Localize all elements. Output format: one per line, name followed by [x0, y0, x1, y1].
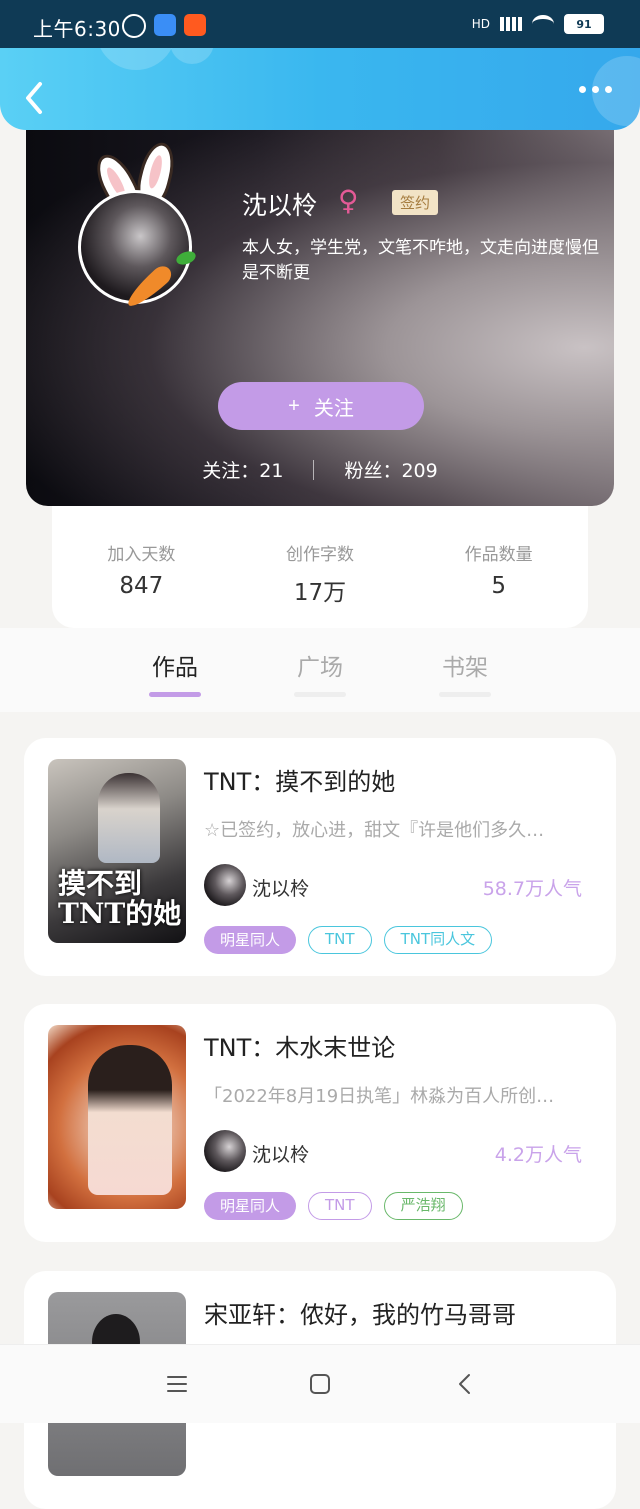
- tag[interactable]: 明星同人: [204, 1192, 297, 1220]
- stat-value: 847: [119, 573, 164, 599]
- more-button[interactable]: [579, 86, 612, 93]
- stat-label: 创作字数: [285, 545, 354, 565]
- stat-value: 5: [491, 573, 506, 599]
- book-cover[interactable]: [48, 1025, 186, 1209]
- book-title: TNT：摸不到的她: [204, 768, 396, 796]
- stat-label: 加入天数: [107, 545, 176, 565]
- signal-icon: [500, 17, 522, 31]
- book-card[interactable]: 摸不到 TNT的她 TNT：摸不到的她 ☆已签约，放心进，甜文『许是他们多久… …: [24, 738, 616, 976]
- tab-bookshelf[interactable]: 书架: [425, 648, 505, 697]
- divider: [313, 459, 315, 480]
- follow-counts: 关注：21 粉丝：209: [26, 456, 614, 483]
- menu-button[interactable]: [164, 1371, 190, 1397]
- avatar: [78, 190, 192, 304]
- back-button[interactable]: [20, 78, 50, 118]
- book-author: 沈以柃: [252, 1144, 310, 1166]
- book-title: TNT：木水末世论: [204, 1034, 396, 1062]
- cover-figure: [98, 773, 160, 863]
- kuaishou-app-icon: [184, 14, 206, 36]
- video-app-icon: [154, 14, 176, 36]
- signed-badge: 签约: [392, 190, 439, 215]
- cover-figure: [88, 1045, 172, 1195]
- alarm-icon: [122, 14, 146, 38]
- author-avatar: [204, 864, 246, 906]
- back-arrow-icon: [459, 1374, 470, 1394]
- book-popularity: 58.7万人气: [482, 878, 582, 900]
- book-cover[interactable]: 摸不到 TNT的她: [48, 759, 186, 943]
- book-popularity: 4.2万人气: [494, 1144, 582, 1166]
- stat-label: 作品数量: [464, 545, 533, 565]
- book-tags: 明星同人 TNT TNT同人文: [204, 926, 493, 954]
- system-nav-bar: [0, 1344, 640, 1423]
- tab-label: 作品: [152, 655, 198, 681]
- tag[interactable]: TNT同人文: [383, 926, 493, 954]
- home-square-icon: [310, 1374, 330, 1394]
- book-title: 宋亚轩：侬好，我的竹马哥哥: [204, 1301, 516, 1329]
- follow-button[interactable]: + 关注: [218, 382, 424, 430]
- book-card[interactable]: TNT：木水末世论 「2022年8月19日执笔」林淼为百人所创… 沈以柃 4.2…: [24, 1004, 616, 1242]
- tab-indicator: [149, 692, 201, 697]
- book-tags: 明星同人 TNT 严浩翔: [204, 1192, 463, 1220]
- home-button[interactable]: [307, 1371, 333, 1397]
- stat-join-days: 加入天数 847: [66, 540, 216, 628]
- author-bio: 本人女，学生党，文笔不咋地，文走向进度慢但是不断更: [242, 238, 599, 283]
- plus-icon: +: [288, 394, 300, 417]
- wifi-icon: [532, 15, 554, 33]
- author-avatar: [204, 1130, 246, 1172]
- tag[interactable]: TNT: [308, 1192, 372, 1220]
- female-icon: ♀: [338, 184, 359, 217]
- tag[interactable]: TNT: [308, 926, 372, 954]
- stat-word-count: 创作字数 17万: [245, 540, 395, 628]
- tab-works[interactable]: 作品: [135, 648, 215, 697]
- nav-back-button[interactable]: [452, 1371, 478, 1397]
- menu-icon: [167, 1376, 187, 1392]
- tag[interactable]: 明星同人: [204, 926, 297, 954]
- tab-label: 广场: [297, 655, 343, 681]
- more-dot: [579, 86, 586, 93]
- content-tabs: 作品 广场 书架: [0, 628, 640, 712]
- status-bar: 上午6:30 HD 91: [0, 0, 640, 48]
- tab-indicator: [439, 692, 491, 697]
- stat-value: 17万: [293, 580, 347, 606]
- book-description: 「2022年8月19日执笔」林淼为百人所创…: [204, 1086, 555, 1107]
- more-dot: [605, 86, 612, 93]
- stat-works-count: 作品数量 5: [424, 540, 574, 628]
- author-name: 沈以柃: [242, 191, 318, 220]
- network-label: HD: [471, 17, 490, 31]
- status-time: 上午6:30: [33, 17, 121, 41]
- avatar-frame[interactable]: [78, 139, 214, 312]
- follow-label: 关注: [313, 397, 354, 420]
- cover-title: 摸不到 TNT的她: [58, 867, 182, 930]
- followers-count[interactable]: 粉丝：209: [344, 456, 437, 483]
- more-dot: [592, 86, 599, 93]
- status-indicators: HD 91: [472, 14, 604, 34]
- profile-stats-card: 加入天数 847 创作字数 17万 作品数量 5: [52, 490, 588, 628]
- book-author: 沈以柃: [252, 878, 310, 900]
- profile-hero: 沈以柃 ♀ 签约 本人女，学生党，文笔不咋地，文走向进度慢但是不断更 + 关注 …: [26, 110, 614, 506]
- book-description: ☆已签约，放心进，甜文『许是他们多久…: [204, 820, 545, 841]
- tab-label: 书架: [442, 655, 488, 681]
- tab-square[interactable]: 广场: [280, 648, 360, 697]
- chevron-left-icon: [26, 82, 42, 114]
- following-count[interactable]: 关注：21: [202, 456, 283, 483]
- tab-indicator: [294, 692, 346, 697]
- tag[interactable]: 严浩翔: [383, 1192, 463, 1220]
- battery-icon: 91: [564, 14, 604, 34]
